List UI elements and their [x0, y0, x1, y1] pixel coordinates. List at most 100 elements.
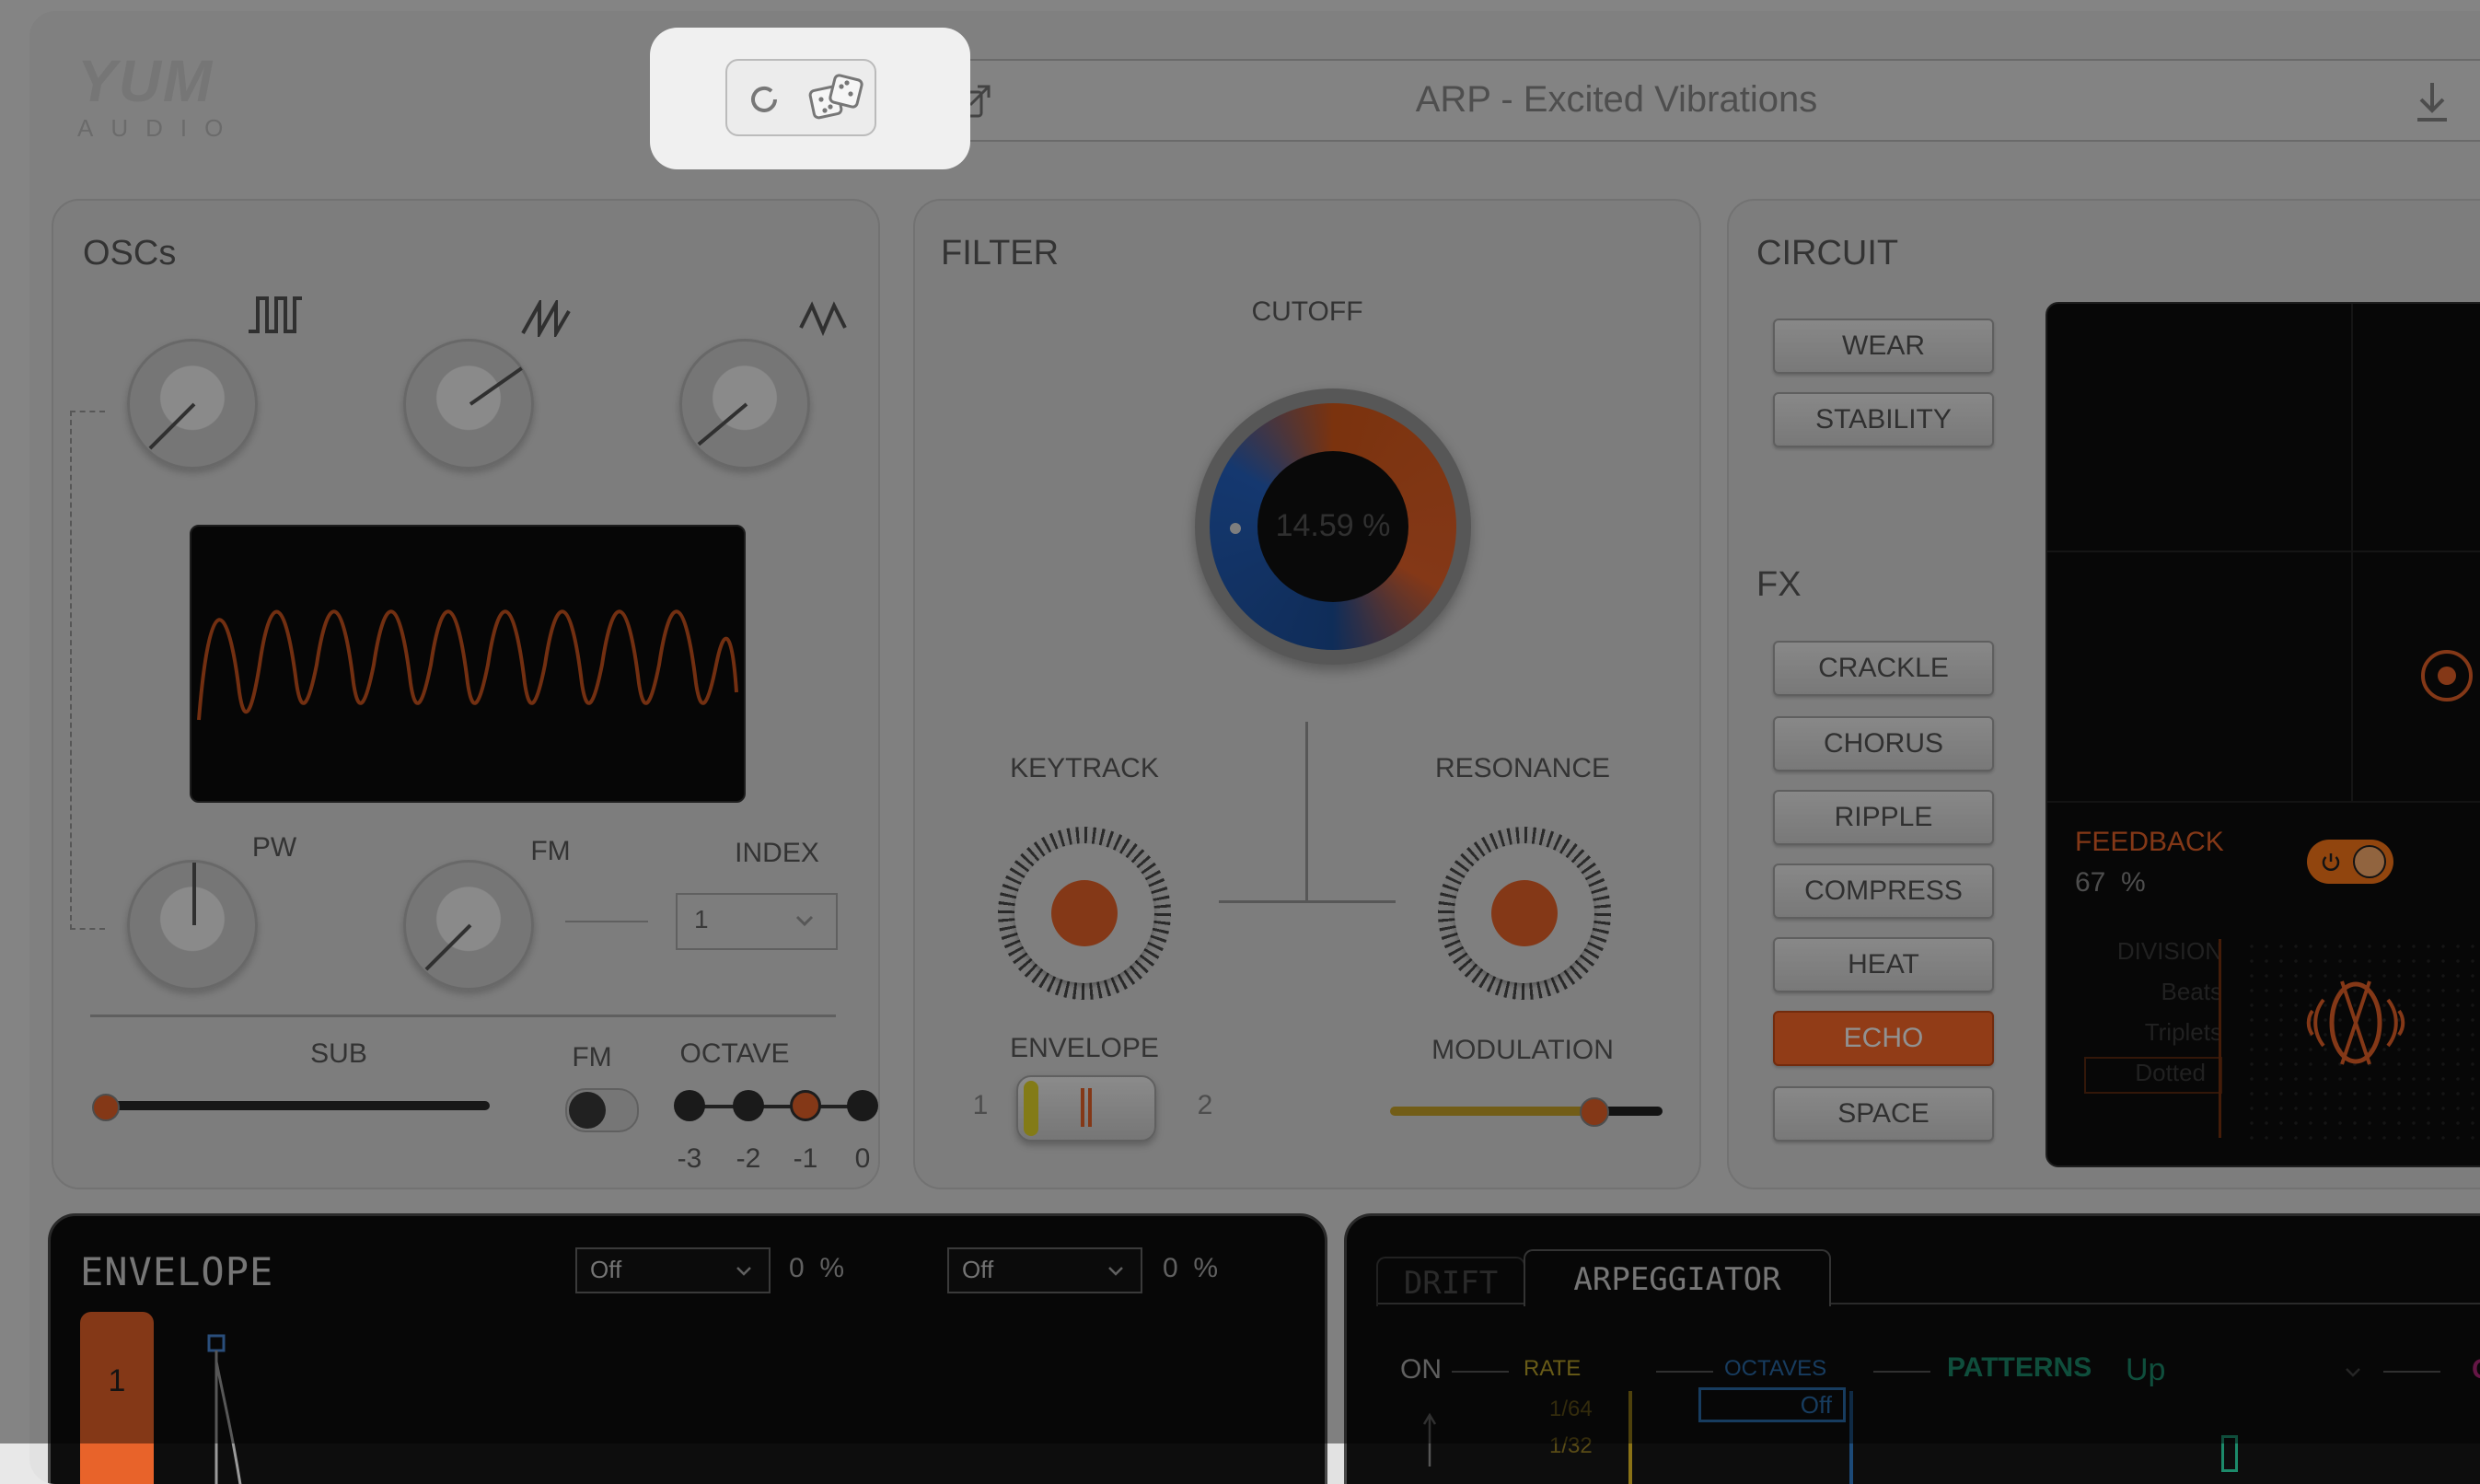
- osc-link-line: [70, 411, 105, 930]
- modulation-slider[interactable]: [1390, 1107, 1663, 1116]
- division-dotted[interactable]: Dotted: [2084, 1057, 2222, 1094]
- tab-drift[interactable]: DRIFT: [1376, 1257, 1525, 1306]
- fx-ripple-button[interactable]: RIPPLE: [1773, 790, 1994, 845]
- pattern-value[interactable]: Up: [2126, 1352, 2165, 1388]
- keytrack-label: KEYTRACK: [1010, 753, 1159, 783]
- envelope-switch-grip: [1081, 1088, 1084, 1127]
- triangle-wave-icon[interactable]: [799, 300, 851, 337]
- keytrack-knob[interactable]: [998, 827, 1171, 1000]
- echo-display: FEEDBACK 67 % DIVISION Beats Triplets Do…: [2045, 302, 2480, 1167]
- envelope-switch-right: 2: [1197, 1090, 1213, 1120]
- index-select[interactable]: 1: [676, 893, 838, 950]
- osc2-level-knob[interactable]: [403, 339, 534, 470]
- preset-name[interactable]: ARP - Excited Vibrations: [917, 79, 2316, 121]
- octave-dot[interactable]: [733, 1090, 764, 1121]
- pw-knob[interactable]: [127, 860, 258, 991]
- envelope-title: ENVELOPE: [80, 1249, 274, 1294]
- cutoff-center: 14.59 %: [1257, 451, 1408, 602]
- feedback-number: 67: [2075, 867, 2106, 898]
- envelope-mod1-unit: %: [819, 1253, 845, 1283]
- fx-crackle-button[interactable]: CRACKLE: [1773, 641, 1994, 696]
- rate-value[interactable]: 1/64: [1549, 1397, 1593, 1422]
- octaves-value: Off: [1800, 1391, 1832, 1419]
- envelope-mod1-select[interactable]: Off: [575, 1247, 771, 1293]
- osc1-level-knob[interactable]: [127, 339, 258, 470]
- fm-label: FM: [530, 836, 571, 866]
- preset-bar: ARP - Excited Vibrations: [915, 59, 2480, 142]
- fm-toggle[interactable]: [565, 1088, 639, 1132]
- fx-title: FX: [1756, 565, 1802, 604]
- arrow-4: [2383, 1371, 2440, 1373]
- circuit-panel: CIRCUIT WEAR STABILITY FX CRACKLE CHORUS…: [1727, 199, 2480, 1189]
- echo-symbol-icon: [2306, 980, 2405, 1065]
- feedback-toggle[interactable]: [2307, 840, 2393, 884]
- chevron-down-icon[interactable]: [2345, 1367, 2361, 1378]
- cutoff-label: CUTOFF: [1251, 296, 1363, 327]
- filter-routing-vert: [1305, 722, 1308, 900]
- xy-grid-h: [2047, 551, 2480, 552]
- fx-compress-button[interactable]: COMPRESS: [1773, 864, 1994, 919]
- square-wave-icon[interactable]: [247, 295, 306, 335]
- cutoff-value: 14.59 %: [1275, 508, 1391, 543]
- envelope-switch[interactable]: [1016, 1075, 1156, 1142]
- plugin-window: YUM AUDIO ARP - Excited Vibrations OSCs: [29, 11, 2480, 1484]
- envelope-switch-left: 1: [972, 1090, 989, 1120]
- envelope-slot-tab[interactable]: 1: [80, 1312, 154, 1484]
- waveform-display: [190, 525, 746, 803]
- envelope-mod2-select[interactable]: Off: [947, 1247, 1142, 1293]
- envelope-switch-marker: [1024, 1081, 1038, 1136]
- pattern-step[interactable]: [2221, 1435, 2238, 1472]
- refresh-icon[interactable]: [746, 81, 782, 118]
- fx-echo-button[interactable]: ECHO: [1773, 1011, 1994, 1066]
- fm-knob[interactable]: [403, 860, 534, 991]
- fx-space-button[interactable]: SPACE: [1773, 1086, 1994, 1142]
- envelope-mod2-amount[interactable]: 0 %: [1163, 1253, 1218, 1284]
- rate-value[interactable]: 1/32: [1549, 1433, 1593, 1459]
- octave-dot[interactable]: [674, 1090, 705, 1121]
- wear-button[interactable]: WEAR: [1773, 319, 1994, 374]
- sub-slider[interactable]: [99, 1101, 490, 1110]
- modulation-slider-handle[interactable]: [1580, 1097, 1609, 1127]
- envelope-mod2-select-value: Off: [962, 1256, 994, 1283]
- cutoff-knob[interactable]: 14.59 %: [1195, 388, 1471, 665]
- envelope-mod1-select-value: Off: [590, 1256, 622, 1283]
- tab-arpeggiator[interactable]: ARPEGGIATOR: [1524, 1249, 1831, 1306]
- chevron-down-icon: [736, 1267, 751, 1276]
- chevron-down-icon: [1108, 1267, 1123, 1276]
- download-icon[interactable]: [2412, 79, 2452, 125]
- logo-bottom: AUDIO: [77, 114, 241, 142]
- octave-tick: 0: [854, 1143, 871, 1174]
- stability-button[interactable]: STABILITY: [1773, 392, 1994, 447]
- arp-on-label[interactable]: ON: [1400, 1354, 1442, 1385]
- filter-panel: FILTER CUTOFF 14.59 % KEYTRACK RESONANCE…: [913, 199, 1701, 1189]
- power-icon: [2322, 853, 2340, 871]
- keytrack-knob-cap: [1051, 880, 1118, 946]
- arrow-up-icon: [1422, 1412, 1437, 1467]
- octave-dot[interactable]: [847, 1090, 878, 1121]
- xy-handle[interactable]: [2421, 650, 2473, 701]
- octaves-line: [1849, 1391, 1853, 1484]
- envelope-slot-label: 1: [108, 1363, 126, 1398]
- randomize-button-group: [725, 59, 876, 136]
- index-value: 1: [694, 905, 709, 933]
- osc3-level-knob[interactable]: [679, 339, 810, 470]
- fx-heat-button[interactable]: HEAT: [1773, 937, 1994, 992]
- fm-toggle-knob: [569, 1092, 606, 1129]
- division-beats[interactable]: Beats: [2084, 978, 2223, 1006]
- envelope-mod1-value: 0: [789, 1253, 805, 1283]
- saw-wave-icon[interactable]: [521, 300, 571, 337]
- octave-tick: -1: [793, 1143, 818, 1174]
- circuit-title: CIRCUIT: [1756, 234, 1899, 272]
- fx-chorus-button[interactable]: CHORUS: [1773, 716, 1994, 771]
- octaves-select[interactable]: Off: [1698, 1387, 1846, 1422]
- sub-slider-handle[interactable]: [92, 1094, 120, 1121]
- dice-icon[interactable]: [808, 72, 865, 125]
- envelope-mod1-amount[interactable]: 0 %: [789, 1253, 844, 1284]
- arrow-2: [1656, 1371, 1713, 1373]
- echo-divider: [2047, 801, 2480, 803]
- osc-divider: [90, 1014, 836, 1017]
- resonance-knob[interactable]: [1438, 827, 1611, 1000]
- cutoff-indicator: [1230, 523, 1241, 534]
- division-triplets[interactable]: Triplets: [2084, 1018, 2222, 1047]
- octave-dot-selected[interactable]: [790, 1090, 821, 1121]
